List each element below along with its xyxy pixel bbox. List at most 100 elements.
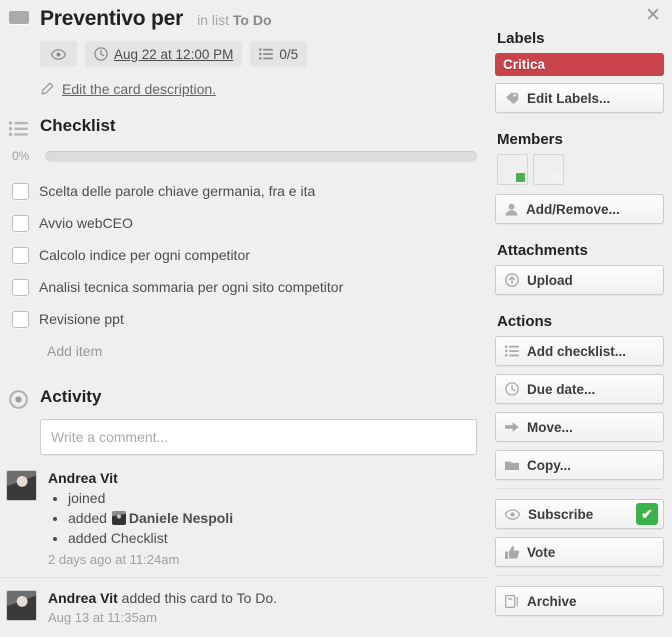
activity-bullet: joined <box>68 488 477 508</box>
watch-badge[interactable] <box>40 41 77 67</box>
action-button-due-date[interactable]: Due date... <box>495 374 664 404</box>
card-icon <box>9 11 29 24</box>
upload-label: Upload <box>527 272 573 288</box>
action-button-label: Archive <box>527 593 577 609</box>
checklist-item-label[interactable]: Calcolo indice per ogni competitor <box>39 247 250 263</box>
action-buttons: Add checklist... Due date... Move... Copy..… <box>495 336 664 616</box>
attachments-heading: Attachments <box>497 242 588 259</box>
checklist-item-checkbox[interactable] <box>12 214 29 232</box>
label-chips: Critica <box>495 53 664 76</box>
avatar[interactable] <box>6 590 37 622</box>
subscribe-check-icon[interactable]: ✔ <box>636 503 658 525</box>
avatar[interactable] <box>111 511 126 526</box>
in-list-prefix: in list <box>197 12 229 28</box>
activity-action-text: added this card to To Do. <box>117 590 278 607</box>
list-name[interactable]: To Do <box>233 12 272 28</box>
checklist-item-label[interactable]: Scelta delle parole chiave germania, fra… <box>39 183 315 199</box>
comment-box <box>0 419 487 458</box>
eye-icon <box>51 48 66 60</box>
card-header: Preventivo per in list To Do Aug 22 at 1… <box>0 0 487 97</box>
action-button-subscribe[interactable]: Subscribe ✔ <box>495 499 664 529</box>
checklist-item-label[interactable]: Revisione ppt <box>39 311 124 327</box>
checklist-item: Scelta delle parole chiave germania, fra… <box>0 175 487 207</box>
member-status-indicator <box>552 173 561 182</box>
upload-icon <box>505 273 519 287</box>
add-checklist-item-button[interactable]: Add item <box>0 335 487 359</box>
activity-member-name[interactable]: Daniele Nespoli <box>129 510 233 526</box>
label-chip[interactable]: Critica <box>495 53 664 76</box>
arrow-right-icon <box>505 421 519 433</box>
checklist-item: Avvio webCEO <box>0 207 487 239</box>
activity-entry: Andrea Vit joinedadded Daniele Nespoliadd… <box>0 458 487 577</box>
card-main-column: Preventivo per in list To Do Aug 22 at 1… <box>0 0 487 637</box>
labels-heading: Labels <box>497 30 545 47</box>
action-button-move[interactable]: Move... <box>495 412 664 442</box>
clock-icon <box>505 382 519 396</box>
checklist-item-label[interactable]: Avvio webCEO <box>39 215 133 231</box>
person-icon <box>505 203 518 216</box>
actions-heading: Actions <box>497 313 553 330</box>
action-button-label: Copy... <box>527 457 572 473</box>
checklist-badge[interactable]: 0/5 <box>250 41 308 67</box>
activity-bullet: added Daniele Nespoli <box>68 508 477 528</box>
action-button-copy[interactable]: Copy... <box>495 450 664 480</box>
member-avatars <box>497 154 664 185</box>
checklist-item-checkbox[interactable] <box>12 246 29 264</box>
members-heading: Members <box>497 131 563 148</box>
member-avatar[interactable] <box>533 154 564 185</box>
progress-percent-label: 0% <box>12 149 30 164</box>
checklist-icon-gutter <box>0 115 40 137</box>
activity-entry-body: Andrea Vit added this card to To Do. Aug … <box>48 590 477 625</box>
checklist-item-checkbox[interactable] <box>12 278 29 296</box>
due-date-badge[interactable]: Aug 22 at 12:00 PM <box>85 41 243 67</box>
card-icon-gutter <box>0 6 40 24</box>
activity-icon-gutter <box>0 385 40 410</box>
checklist-icon <box>505 345 519 357</box>
action-button-add-checklist[interactable]: Add checklist... <box>495 336 664 366</box>
activity-entry: Andrea Vit added this card to To Do. Aug … <box>0 577 487 635</box>
activity-bullet: added Checklist <box>68 528 477 548</box>
action-button-vote[interactable]: Vote <box>495 537 664 567</box>
action-button-archive[interactable]: Archive <box>495 586 664 616</box>
avatar[interactable] <box>6 470 37 502</box>
card-icon <box>505 460 519 471</box>
edit-description-link[interactable]: Edit the card description. <box>62 81 216 97</box>
comment-input[interactable] <box>40 419 477 456</box>
eye-icon <box>505 508 520 520</box>
checklist-count: 0/5 <box>279 46 299 62</box>
activity-header: Activity <box>0 385 487 410</box>
checklist-item: Analisi tecnica sommaria per ogni sito c… <box>0 271 487 303</box>
activity-entry-body: Andrea Vit joinedadded Daniele Nespoliadd… <box>48 470 477 567</box>
action-button-label: Vote <box>527 544 556 560</box>
action-button-label: Subscribe <box>528 506 594 522</box>
progress-bar <box>45 150 477 162</box>
activity-title: Activity <box>40 387 102 407</box>
upload-button[interactable]: Upload <box>495 265 664 295</box>
edit-labels-label: Edit Labels... <box>527 90 611 106</box>
member-status-indicator <box>516 173 525 182</box>
activity-author[interactable]: Andrea Vit <box>48 470 118 486</box>
checklist-header: Checklist <box>0 115 487 137</box>
activity-feed: Andrea Vitjoinedadded Daniele Nespoliadd… <box>0 458 487 635</box>
checklist-icon <box>259 48 274 60</box>
checklist-progress: 0% <box>0 149 487 163</box>
activity-icon <box>9 390 28 410</box>
checklist-item-checkbox[interactable] <box>12 182 29 200</box>
activity-bullet-list: joinedadded Daniele Nespoliadded Checkli… <box>48 488 477 548</box>
checklist-title: Checklist <box>40 116 116 136</box>
clock-icon <box>94 47 108 61</box>
activity-section: Activity Andrea Vit joinedadded Daniele N… <box>0 385 487 635</box>
card-sidebar: Labels Critica Edit Labels... Members Ad… <box>487 0 672 637</box>
add-remove-members-button[interactable]: Add/Remove... <box>495 194 664 224</box>
activity-author[interactable]: Andrea Vit <box>48 590 118 606</box>
card-description-row[interactable]: Edit the card description. <box>40 81 477 97</box>
member-avatar[interactable] <box>497 154 528 185</box>
edit-labels-button[interactable]: Edit Labels... <box>495 83 664 113</box>
activity-author-line: Andrea Vit added this card to To Do. <box>48 590 477 606</box>
card-detail-window: ✕ Preventivo per in list To Do Aug 22 at… <box>0 0 672 637</box>
checklist-item-label[interactable]: Analisi tecnica sommaria per ogni sito c… <box>39 279 343 295</box>
card-list-context: in list To Do <box>197 12 271 28</box>
card-badges: Aug 22 at 12:00 PM 0/5 <box>40 41 477 67</box>
thumbs-up-icon <box>505 545 519 559</box>
checklist-item-checkbox[interactable] <box>12 310 29 328</box>
